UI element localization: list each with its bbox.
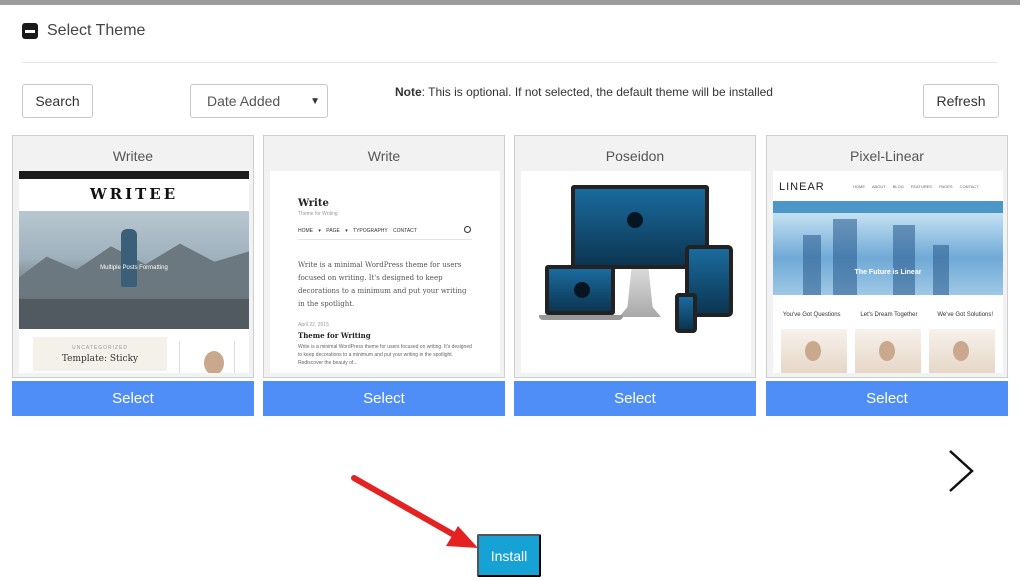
preview-diver (627, 211, 643, 228)
preview-monitor-stand (619, 267, 661, 317)
preview-person (121, 229, 137, 287)
preview-menu: HOME ▾ PAGE ▾ TYPOGRAPHY CONTACT (298, 228, 417, 234)
preview-logo: WRITEE (89, 185, 179, 203)
install-button[interactable]: Install (477, 534, 541, 577)
preview-navbar (19, 171, 249, 179)
preview-menu: HOME ABOUT BLOG FEATURES PAGES CONTACT (853, 184, 979, 189)
caret-down-icon: ▼ (310, 96, 320, 107)
theme-card-write[interactable]: Write Write Theme for Writing HOME ▾ PAG… (263, 135, 505, 378)
theme-name: Pixel-Linear (850, 148, 924, 164)
theme-screenshot-writee[interactable]: WRITEE Multiple Posts Formatting UNCATEG… (19, 171, 249, 373)
section-title: Select Theme (47, 22, 146, 39)
theme-screenshot-pixel-linear[interactable]: LINEAR HOME ABOUT BLOG FEATURES PAGES CO… (773, 171, 1003, 373)
sort-select[interactable]: Date Added ▼ (190, 84, 328, 118)
preview-hero-image: Multiple Posts Formatting (19, 211, 249, 329)
preview-post-title: Template: Sticky (61, 354, 139, 364)
preview-divider (298, 239, 472, 240)
theme-screenshot-write[interactable]: Write Theme for Writing HOME ▾ PAGE ▾ TY… (270, 171, 500, 373)
preview-column-title: Let's Dream Together (860, 312, 918, 318)
preview-logo: LINEAR (779, 181, 825, 193)
theme-card-writee[interactable]: Writee WRITEE Multiple Posts Formatting … (12, 135, 254, 378)
preview-column-image (781, 329, 847, 373)
theme-name: Writee (112, 148, 154, 164)
theme-name: Poseidon (605, 148, 665, 164)
preview-phone (675, 293, 697, 333)
refresh-button[interactable]: Refresh (923, 84, 999, 118)
preview-post-title: Theme for Writing (298, 331, 371, 340)
preview-hero-text: The Future is Linear (854, 269, 922, 276)
preview-site-title: Write (298, 198, 329, 209)
section-header[interactable]: Select Theme (22, 22, 145, 40)
preview-pier (19, 299, 249, 329)
preview-column-title: You've Got Questions (782, 312, 841, 318)
theme-screenshot-poseidon[interactable] (521, 171, 751, 373)
preview-column-image (929, 329, 995, 373)
preview-laptop-base (539, 315, 623, 320)
collapse-icon[interactable] (22, 23, 38, 39)
preview-site-subtitle: Theme for Writing (298, 211, 338, 217)
preview-face (953, 341, 969, 361)
note-label: Note (395, 85, 422, 99)
preview-avatar (204, 351, 224, 373)
preview-building (833, 219, 857, 295)
select-button-pixel-linear[interactable]: Select (766, 381, 1008, 416)
preview-diver (573, 281, 590, 298)
preview-post-excerpt: Write is a minimal WordPress theme for u… (298, 344, 472, 366)
theme-card-poseidon[interactable]: Poseidon (514, 135, 756, 378)
preview-post-category: UNCATEGORIZED (72, 345, 128, 351)
preview-column-title: We've Got Solutions! (937, 312, 994, 318)
preview-building (893, 225, 915, 295)
sort-select-value: Date Added (207, 93, 281, 109)
select-button-poseidon[interactable]: Select (514, 381, 756, 416)
theme-name: Write (367, 148, 401, 164)
preview-hero-image: The Future is Linear (773, 213, 1003, 295)
search-icon (464, 226, 471, 233)
note-text: : This is optional. If not selected, the… (421, 85, 773, 99)
pointer-arrow-icon (351, 475, 478, 548)
preview-sticky-post: UNCATEGORIZED Template: Sticky (33, 337, 167, 371)
preview-columns: You've Got Questions Let's Dream Togethe… (773, 312, 1003, 318)
chevron-right-icon[interactable] (944, 449, 978, 493)
theme-card-pixel-linear[interactable]: Pixel-Linear LINEAR HOME ABOUT BLOG FEAT… (766, 135, 1008, 378)
top-rule (0, 0, 1020, 5)
optional-note: Note: This is optional. If not selected,… (395, 85, 773, 99)
select-button-writee[interactable]: Select (12, 381, 254, 416)
preview-sidebar (179, 341, 235, 373)
preview-face (879, 341, 895, 361)
preview-column-image (855, 329, 921, 373)
preview-tagline: Multiple Posts Formatting (100, 265, 168, 271)
preview-intro: Write is a minimal WordPress theme for u… (298, 261, 467, 308)
preview-building (803, 235, 821, 295)
search-button[interactable]: Search (22, 84, 93, 118)
preview-laptop (545, 265, 615, 315)
preview-face (805, 341, 821, 361)
header-divider (22, 62, 998, 63)
select-button-write[interactable]: Select (263, 381, 505, 416)
preview-navbar (773, 201, 1003, 213)
preview-post-date: April 22, 2015 (298, 322, 329, 328)
